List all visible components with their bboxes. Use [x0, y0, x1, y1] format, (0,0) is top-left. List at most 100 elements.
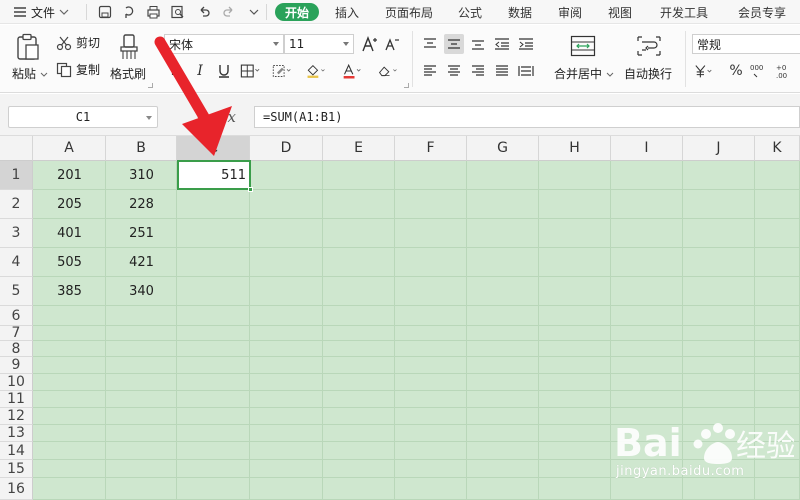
distributed-align-icon[interactable] [516, 61, 536, 81]
merge-center-icon[interactable] [570, 35, 596, 57]
underline-icon[interactable] [214, 61, 234, 81]
cell-a4[interactable]: 505 [33, 248, 106, 277]
cell-style-icon[interactable] [272, 61, 292, 81]
cell-a3[interactable]: 401 [33, 219, 106, 248]
customize-quick-access-icon[interactable] [245, 0, 263, 24]
tab-review[interactable]: 审阅 [558, 0, 582, 24]
print-preview-icon[interactable] [168, 0, 186, 24]
cell-b4[interactable]: 421 [106, 248, 177, 277]
cell-b3[interactable]: 251 [106, 219, 177, 248]
zoom-icon[interactable] [196, 109, 212, 125]
row-header-6[interactable]: 6 [0, 306, 33, 326]
tab-view[interactable]: 视图 [608, 0, 632, 24]
merge-center-button[interactable]: 合并居中 [554, 65, 614, 82]
column-header-i[interactable]: I [611, 136, 683, 161]
clear-format-icon[interactable] [378, 61, 398, 81]
align-center-icon[interactable] [444, 61, 464, 81]
tab-member[interactable]: 会员专享 [738, 0, 786, 24]
copy-button[interactable]: 复制 [56, 61, 100, 78]
cell-b2[interactable]: 228 [106, 190, 177, 219]
row-header-13[interactable]: 13 [0, 425, 33, 442]
align-left-icon[interactable] [420, 61, 440, 81]
borders-icon[interactable] [240, 61, 260, 81]
currency-icon[interactable] [694, 61, 714, 81]
column-header-j[interactable]: J [683, 136, 755, 161]
row-header-8[interactable]: 8 [0, 341, 33, 357]
row-header-9[interactable]: 9 [0, 357, 33, 374]
tab-data[interactable]: 数据 [508, 0, 532, 24]
row-header-15[interactable]: 15 [0, 460, 33, 478]
tab-home[interactable]: 开始 [275, 3, 320, 21]
font-size-select[interactable]: 11 [284, 34, 354, 54]
print-icon[interactable] [144, 0, 162, 24]
file-menu[interactable]: 文件 [13, 0, 69, 24]
column-header-k[interactable]: K [755, 136, 800, 161]
row-header-12[interactable]: 12 [0, 408, 33, 425]
name-box[interactable]: C1 [8, 106, 158, 128]
fill-color-icon[interactable] [306, 61, 326, 81]
row-header-10[interactable]: 10 [0, 374, 33, 391]
align-top-icon[interactable] [420, 34, 440, 54]
cell-b5[interactable]: 340 [106, 277, 177, 306]
italic-icon[interactable]: I [190, 61, 210, 81]
formula-input[interactable]: =SUM(A1:B1) [254, 106, 800, 128]
row-header-2[interactable]: 2 [0, 190, 33, 219]
font-size-value: 11 [289, 37, 305, 51]
column-header-e[interactable]: E [323, 136, 395, 161]
row-header-3[interactable]: 3 [0, 219, 33, 248]
increase-indent-icon[interactable] [516, 34, 536, 54]
column-header-d[interactable]: D [250, 136, 323, 161]
increase-decimal-icon[interactable]: +0.00 [776, 61, 796, 81]
brush-icon[interactable] [118, 33, 140, 61]
cell-a1[interactable]: 201 [33, 161, 106, 190]
fill-handle[interactable] [248, 187, 253, 192]
align-middle-icon[interactable] [444, 34, 464, 54]
paste-icon[interactable] [15, 33, 41, 61]
column-header-c[interactable]: C [177, 136, 250, 161]
increase-font-icon[interactable] [360, 34, 380, 54]
bold-icon[interactable]: B [166, 61, 186, 81]
align-bottom-icon[interactable] [468, 34, 488, 54]
column-header-h[interactable]: H [539, 136, 611, 161]
row-header-4[interactable]: 4 [0, 248, 33, 277]
spreadsheet-grid[interactable]: A B C D E F G H I J K 1 2 3 4 5 6 7 8 9 10 11 12 13 14 15 16 201 310… [0, 136, 800, 500]
row-header-7[interactable]: 7 [0, 325, 33, 341]
redo-icon[interactable] [220, 0, 238, 24]
thousands-separator-icon[interactable]: 000 [750, 61, 770, 81]
insert-function-icon[interactable]: fx [222, 108, 236, 126]
tab-page-layout[interactable]: 页面布局 [385, 0, 433, 24]
cell-a5[interactable]: 385 [33, 277, 106, 306]
undo-icon[interactable] [195, 0, 213, 24]
column-header-g[interactable]: G [467, 136, 539, 161]
decrease-font-icon[interactable] [382, 34, 402, 54]
number-format-select[interactable]: 常规 [692, 34, 800, 54]
align-right-icon[interactable] [468, 61, 488, 81]
column-header-f[interactable]: F [395, 136, 467, 161]
row-header-14[interactable]: 14 [0, 442, 33, 460]
cell-b1[interactable]: 310 [106, 161, 177, 190]
undo-format-icon[interactable] [120, 0, 138, 24]
justify-icon[interactable] [492, 61, 512, 81]
row-header-16[interactable]: 16 [0, 478, 33, 500]
row-header-11[interactable]: 11 [0, 391, 33, 408]
save-icon[interactable] [96, 0, 114, 24]
font-color-icon[interactable] [342, 61, 362, 81]
format-painter-label[interactable]: 格式刷 [110, 65, 146, 82]
cut-button[interactable]: 剪切 [56, 34, 100, 51]
select-all-corner[interactable] [0, 136, 33, 161]
selected-cell-c1[interactable]: 511 [177, 160, 253, 192]
tab-developer[interactable]: 开发工具 [660, 0, 708, 24]
tab-insert[interactable]: 插入 [335, 0, 359, 24]
row-header-5[interactable]: 5 [0, 277, 33, 306]
cell-a2[interactable]: 205 [33, 190, 106, 219]
font-name-select[interactable]: 宋体 [164, 34, 284, 54]
percent-icon[interactable]: % [726, 61, 746, 81]
wrap-text-button[interactable]: 自动换行 [624, 65, 672, 82]
decrease-indent-icon[interactable] [492, 34, 512, 54]
wrap-text-icon[interactable] [636, 35, 662, 57]
paste-button[interactable]: 粘贴 [12, 65, 48, 82]
column-header-a[interactable]: A [33, 136, 106, 161]
column-header-b[interactable]: B [106, 136, 177, 161]
row-header-1[interactable]: 1 [0, 161, 33, 190]
tab-formulas[interactable]: 公式 [458, 0, 482, 24]
